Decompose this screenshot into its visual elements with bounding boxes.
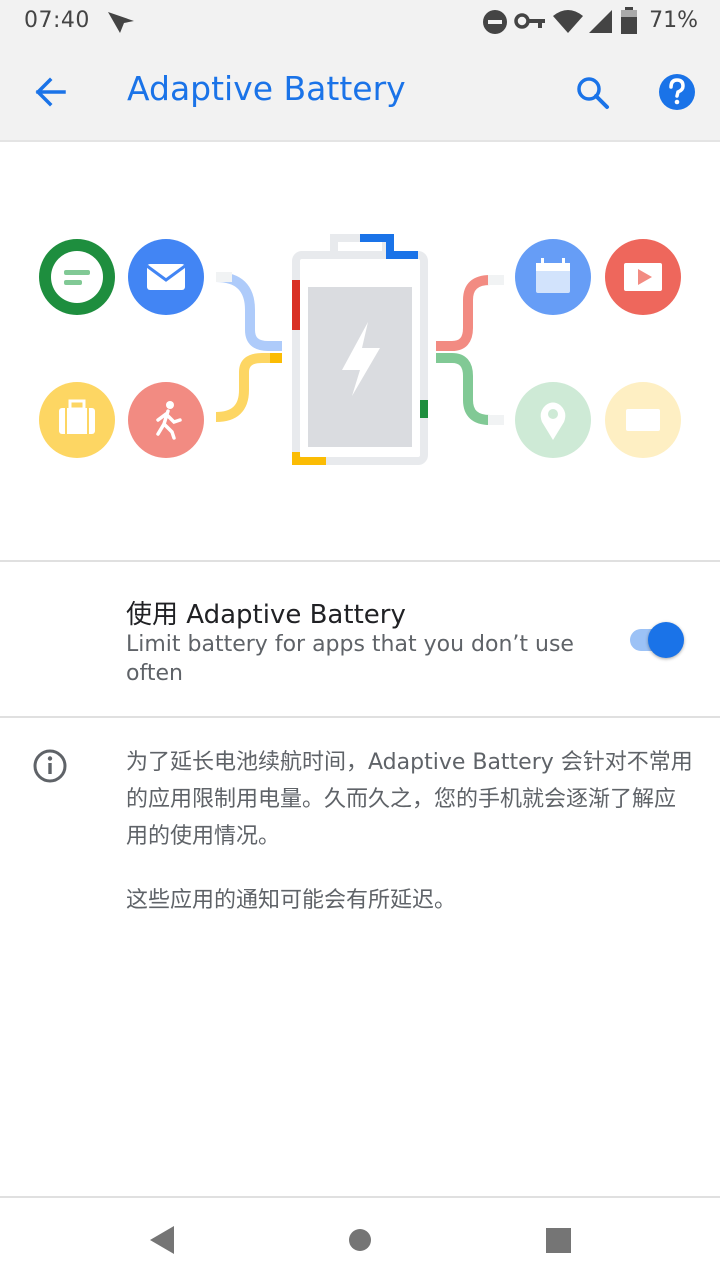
do-not-disturb-icon	[483, 10, 507, 34]
battery-icon	[621, 7, 637, 34]
navigation-bar	[0, 1198, 720, 1280]
map-pin-icon	[515, 382, 591, 458]
nav-recents-button[interactable]	[528, 1214, 588, 1264]
message-icon	[39, 239, 115, 315]
video-play-icon	[605, 239, 681, 315]
help-icon	[659, 74, 695, 110]
status-time: 07:40	[24, 8, 90, 33]
page-title: Adaptive Battery	[127, 69, 406, 108]
nav-back-button[interactable]	[130, 1214, 190, 1264]
walking-icon	[128, 382, 204, 458]
wifi-icon	[553, 10, 583, 33]
battery-percent: 71%	[649, 8, 698, 33]
preference-summary: Limit battery for apps that you don’t us…	[126, 632, 574, 686]
recents-square-icon	[546, 1228, 571, 1253]
divider	[0, 716, 720, 718]
preference-title: 使用 Adaptive Battery	[126, 600, 406, 630]
search-icon	[577, 77, 609, 109]
adaptive-battery-illustration	[39, 234, 681, 465]
search-button[interactable]	[562, 62, 622, 122]
vpn-key-icon	[514, 13, 545, 29]
help-button[interactable]	[647, 62, 707, 122]
adaptive-battery-preference[interactable]: 使用 Adaptive Battery Limit battery for ap…	[0, 562, 720, 716]
briefcase-icon	[39, 382, 115, 458]
email-icon	[128, 239, 204, 315]
adaptive-battery-toggle[interactable]	[628, 620, 688, 660]
back-triangle-icon	[150, 1226, 174, 1254]
battery-bolt-icon	[292, 234, 428, 465]
back-button[interactable]	[20, 62, 80, 122]
signal-icon	[589, 10, 612, 33]
info-notification-note: 这些应用的通知可能会有所延迟。	[126, 888, 457, 913]
nav-home-button[interactable]	[330, 1214, 390, 1264]
calendar-icon	[515, 239, 591, 315]
home-circle-icon	[349, 1229, 371, 1251]
toggle-thumb	[648, 622, 684, 658]
send-icon	[108, 12, 134, 33]
card-icon	[605, 382, 681, 458]
info-icon	[33, 749, 67, 783]
status-bar: 07:40 71%	[0, 0, 720, 42]
arrow-back-icon	[35, 77, 66, 107]
info-description: 为了延长电池续航时间，Adaptive Battery 会针对不常用的应用限制用…	[126, 750, 693, 849]
app-bar: Adaptive Battery	[0, 42, 720, 142]
